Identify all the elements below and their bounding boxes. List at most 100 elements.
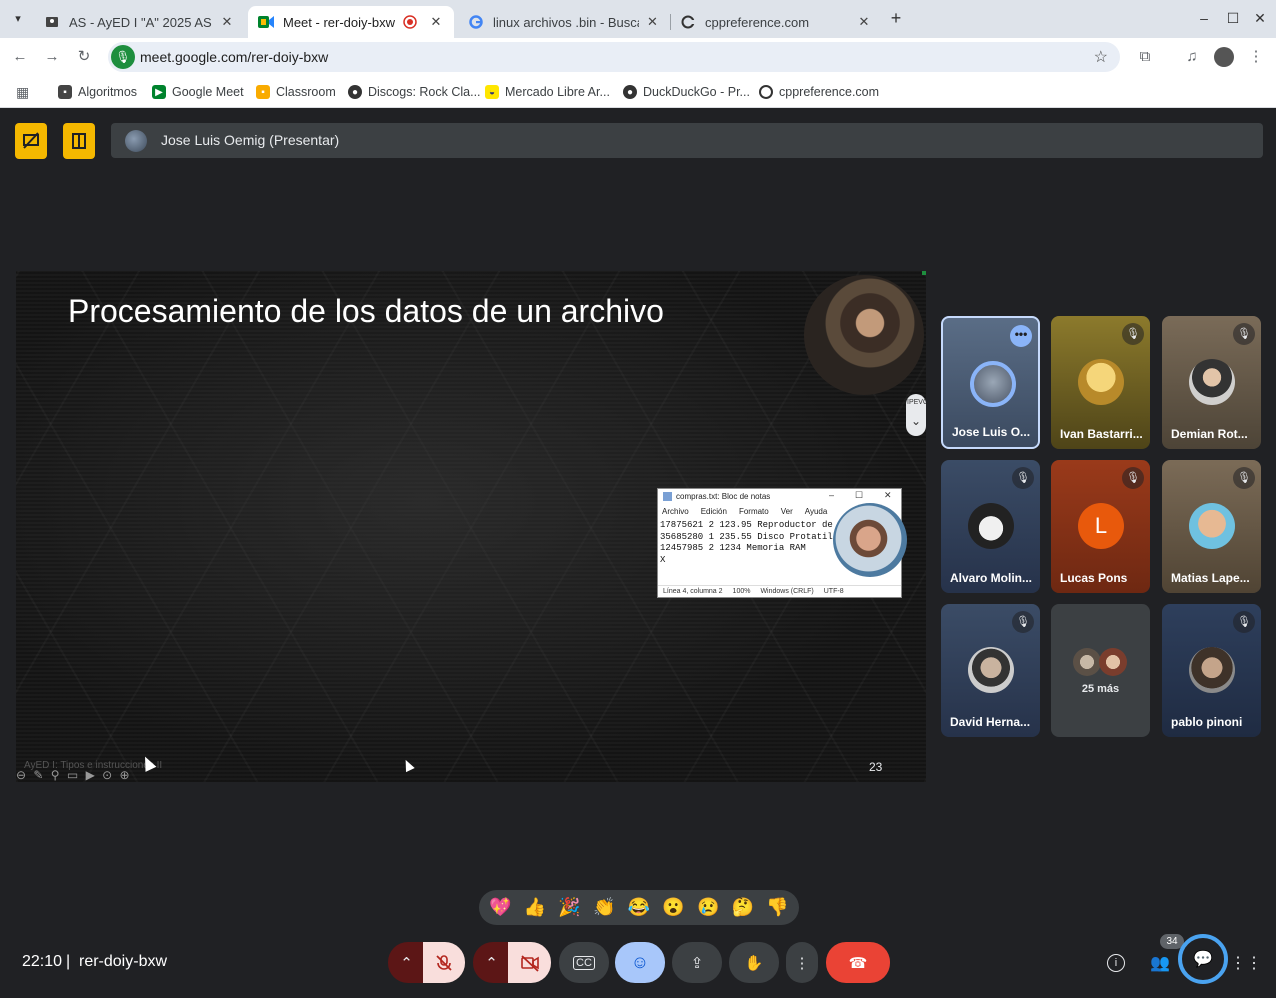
profile-avatar[interactable] xyxy=(1214,47,1234,67)
avatar xyxy=(125,130,147,152)
new-tab-button[interactable]: + xyxy=(886,9,906,29)
captions-button[interactable]: CC xyxy=(559,942,609,983)
avatar xyxy=(1189,647,1235,693)
classroom-icon: ▪ xyxy=(256,85,270,99)
bookmark-algoritmos[interactable]: ▪ Algoritmos xyxy=(58,83,137,101)
mouse-cursor-icon xyxy=(401,757,415,773)
mic-off-icon: 🎙 xyxy=(1122,467,1144,489)
slide-toolbar-icons[interactable]: ⊖ ✎ ⚲ ▭ ▶ ⊙ ⊕ xyxy=(16,768,132,782)
hand-icon: ✋ xyxy=(744,954,764,972)
maximize-icon[interactable]: ☐ xyxy=(1225,10,1241,26)
bookmark-discogs[interactable]: ● Discogs: Rock Cla... xyxy=(348,83,481,101)
extensions-icon[interactable]: ⧉ xyxy=(1135,47,1155,67)
more-participants-tile[interactable]: 25 más xyxy=(1051,604,1150,737)
participant-tile[interactable]: 🎙 David Herna... xyxy=(941,604,1040,737)
close-icon[interactable]: ✕ xyxy=(428,14,444,30)
camera-overlay-control[interactable]: IPEVO ⌄ xyxy=(906,394,926,436)
stop-presenting-button[interactable] xyxy=(15,123,47,159)
reaction-heart[interactable]: 💖 xyxy=(489,897,511,918)
more-options-icon[interactable]: ••• xyxy=(1010,325,1032,347)
close-icon[interactable]: ✕ xyxy=(220,14,234,30)
reload-icon[interactable]: ↻ xyxy=(74,47,94,67)
notepad-menu-item: Ver xyxy=(780,507,793,516)
tab-title: cppreference.com xyxy=(705,14,810,30)
menu-kebab-icon[interactable]: ⋮ xyxy=(1246,47,1266,67)
status-item: Windows (CRLF) xyxy=(760,588,814,595)
microphone-icon[interactable]: 🎙 xyxy=(111,45,135,69)
url-text[interactable]: meet.google.com/rer-doiy-bxw xyxy=(140,49,328,65)
recording-icon xyxy=(402,14,418,30)
chat-button[interactable]: 💬 xyxy=(1178,934,1228,984)
notepad-title: compras.txt: Bloc de notas xyxy=(676,492,771,501)
closed-captions-icon: CC xyxy=(573,955,595,970)
chevron-down-icon[interactable]: ⌄ xyxy=(906,414,926,428)
bookmark-mercado-libre[interactable]: ◒ Mercado Libre Ar... xyxy=(485,83,610,101)
reaction-laugh[interactable]: 😂 xyxy=(628,897,650,918)
presenter-bar: Jose Luis Oemig (Presentar) xyxy=(111,123,1263,158)
participant-name: Matias Lape... xyxy=(1171,571,1250,585)
video-options-button[interactable]: ⌃ xyxy=(473,942,510,983)
close-icon[interactable]: ✕ xyxy=(645,14,660,30)
avatar: L xyxy=(1078,503,1124,549)
layout-button[interactable] xyxy=(63,123,95,159)
camera-toggle-button[interactable] xyxy=(508,942,551,983)
cppreference-icon xyxy=(680,14,696,30)
bookmark-duckduckgo[interactable]: ● DuckDuckGo - Pr... xyxy=(623,83,750,101)
presentation-stage[interactable]: Procesamiento de los datos de un archivo… xyxy=(16,271,926,782)
people-button[interactable]: 👥 xyxy=(1146,949,1174,977)
tab-cppreference[interactable]: cppreference.com ✕ xyxy=(670,6,882,38)
participant-tile[interactable]: 🎙 Matias Lape... xyxy=(1162,460,1261,593)
ipevo-label: IPEVO xyxy=(907,399,926,406)
activities-button[interactable]: ⋮⋮ xyxy=(1230,949,1262,977)
participant-tile[interactable]: 🎙 Ivan Bastarri... xyxy=(1051,316,1150,449)
close-icon[interactable]: ✕ xyxy=(856,14,872,30)
meet-app: Jose Luis Oemig (Presentar) Procesamient… xyxy=(0,108,1276,998)
tab-title: AS - AyED I "A" 2025 AS - Al xyxy=(69,14,214,30)
more-options-button[interactable]: ⋮ xyxy=(786,942,818,983)
bookmark-classroom[interactable]: ▪ Classroom xyxy=(256,83,336,101)
raise-hand-button[interactable]: ✋ xyxy=(729,942,779,983)
audio-options-button[interactable]: ⌃ xyxy=(388,942,425,983)
mic-off-icon: 🎙 xyxy=(1233,467,1255,489)
bookmark-cppreference[interactable]: cppreference.com xyxy=(759,83,879,101)
avatar xyxy=(1189,359,1235,405)
participant-tile[interactable]: ••• Jose Luis O... xyxy=(941,316,1040,449)
mercado-libre-icon: ◒ xyxy=(485,85,499,99)
participant-tile[interactable]: L 🎙 Lucas Pons xyxy=(1051,460,1150,593)
tab-meet[interactable]: Meet - rer-doiy-bxw ✕ xyxy=(248,6,454,38)
mic-toggle-button[interactable] xyxy=(423,942,465,983)
apps-grid-icon[interactable]: ▦ xyxy=(16,83,29,101)
reaction-sad[interactable]: 😢 xyxy=(697,897,719,918)
participant-tile[interactable]: 🎙 Alvaro Molin... xyxy=(941,460,1040,593)
participant-tile[interactable]: 🎙 Demian Rot... xyxy=(1162,316,1261,449)
maximize-icon: ☐ xyxy=(855,490,864,500)
star-icon[interactable]: ☆ xyxy=(1094,47,1108,67)
bookmark-google-meet[interactable]: ▶ Google Meet xyxy=(152,83,244,101)
reaction-thumbs-up[interactable]: 👍 xyxy=(524,897,546,918)
tab-title: Meet - rer-doiy-bxw xyxy=(283,14,395,30)
end-call-button[interactable]: ☎ xyxy=(826,942,890,983)
back-icon[interactable]: ← xyxy=(10,47,30,67)
minimize-icon[interactable]: – xyxy=(1196,10,1212,26)
present-button[interactable]: ⇪ xyxy=(672,942,722,983)
bookmarks-bar: ▦ ▪ Algoritmos ▶ Google Meet ▪ Classroom ● D… xyxy=(0,76,1276,108)
meeting-info-button[interactable]: i xyxy=(1102,949,1130,977)
reaction-thinking[interactable]: 🤔 xyxy=(732,897,754,918)
media-icon[interactable]: ♫ xyxy=(1182,47,1202,67)
notepad-icon xyxy=(663,492,672,501)
reaction-clap[interactable]: 👏 xyxy=(593,897,615,918)
tab-search-button[interactable]: ▾ xyxy=(8,8,28,28)
reaction-surprised[interactable]: 😮 xyxy=(662,897,684,918)
address-bar[interactable]: 🎙 meet.google.com/rer-doiy-bxw ☆ xyxy=(108,42,1120,72)
tab-google-search[interactable]: linux archivos .bin - Buscar ✕ xyxy=(458,6,670,38)
forward-icon[interactable]: → xyxy=(42,47,62,67)
tab-classroom[interactable]: AS - AyED I "A" 2025 AS - Al ✕ xyxy=(34,6,244,38)
participant-tile[interactable]: 🎙 pablo pinoni xyxy=(1162,604,1261,737)
reactions-button[interactable]: ☺ xyxy=(615,942,665,983)
reaction-thumbs-down[interactable]: 👎 xyxy=(766,897,788,918)
reaction-party[interactable]: 🎉 xyxy=(558,897,580,918)
present-off-icon xyxy=(23,132,39,149)
window-close-icon[interactable]: ✕ xyxy=(1252,10,1268,26)
info-icon: i xyxy=(1107,954,1125,972)
avatar xyxy=(970,361,1016,407)
